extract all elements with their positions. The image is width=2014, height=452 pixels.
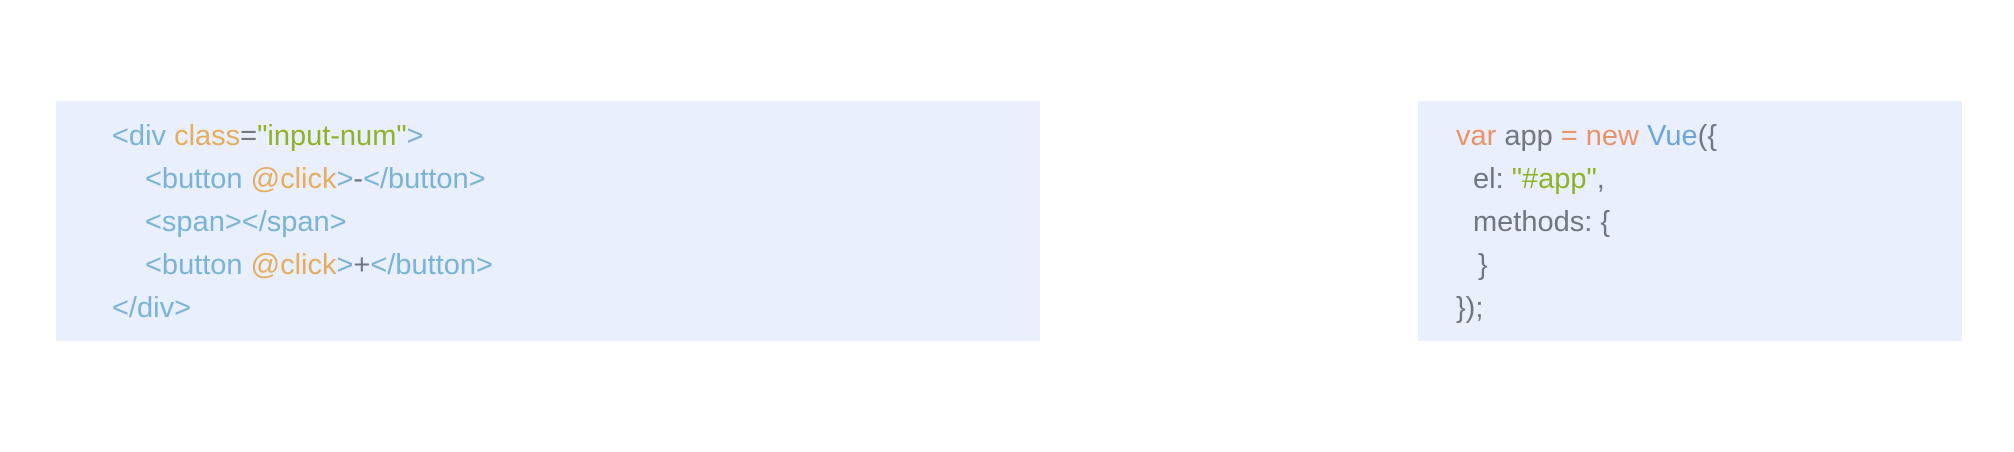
code-tag: </button> — [363, 163, 486, 195]
code-punct: = — [240, 120, 258, 152]
code-tag: > — [406, 120, 424, 152]
code-attr: @click — [250, 163, 337, 195]
code-line: }); — [1456, 287, 1962, 330]
code-line: el: "#app", — [1456, 158, 1962, 201]
code-tag: > — [336, 163, 354, 195]
code-line: <button @click>+</button> — [112, 244, 1040, 287]
code-tag: </button> — [370, 249, 493, 281]
code-line: </div> — [112, 287, 1040, 330]
code-punct: ({ — [1697, 120, 1717, 152]
code-tag: <button — [145, 163, 251, 195]
code-tag: <div — [112, 120, 175, 152]
code-line: var app = new Vue({ — [1456, 115, 1962, 158]
code-attr: class — [174, 120, 241, 152]
js-code-panel: var app = new Vue({ el: "#app", methods:… — [1418, 101, 1962, 341]
code-punct: } — [1478, 249, 1488, 281]
code-line: } — [1456, 244, 1962, 287]
code-tag: <button — [145, 249, 251, 281]
code-string: "input-num" — [257, 120, 407, 152]
code-line: <span></span> — [112, 201, 1040, 244]
code-attr: @click — [250, 249, 337, 281]
code-line: <button @click>-</button> — [112, 158, 1040, 201]
code-class-name: Vue — [1647, 120, 1698, 152]
code-key: methods: { — [1473, 206, 1611, 238]
code-punct: }); — [1456, 292, 1484, 324]
html-code-panel: <div class="input-num"> <button @click>-… — [56, 101, 1040, 341]
code-operator: = — [1560, 120, 1578, 152]
code-text: - — [353, 163, 364, 195]
code-keyword: new — [1577, 120, 1648, 152]
code-punct: , — [1596, 163, 1605, 195]
code-tag: > — [336, 249, 354, 281]
code-tag: </div> — [112, 292, 191, 324]
code-keyword: var — [1456, 120, 1497, 152]
code-identifier: app — [1496, 120, 1561, 152]
code-tag: <span></span> — [145, 206, 347, 238]
code-string: "#app" — [1511, 163, 1597, 195]
code-text: + — [353, 249, 371, 281]
code-line: methods: { — [1456, 201, 1962, 244]
code-key: el: — [1473, 163, 1512, 195]
code-line: <div class="input-num"> — [112, 115, 1040, 158]
